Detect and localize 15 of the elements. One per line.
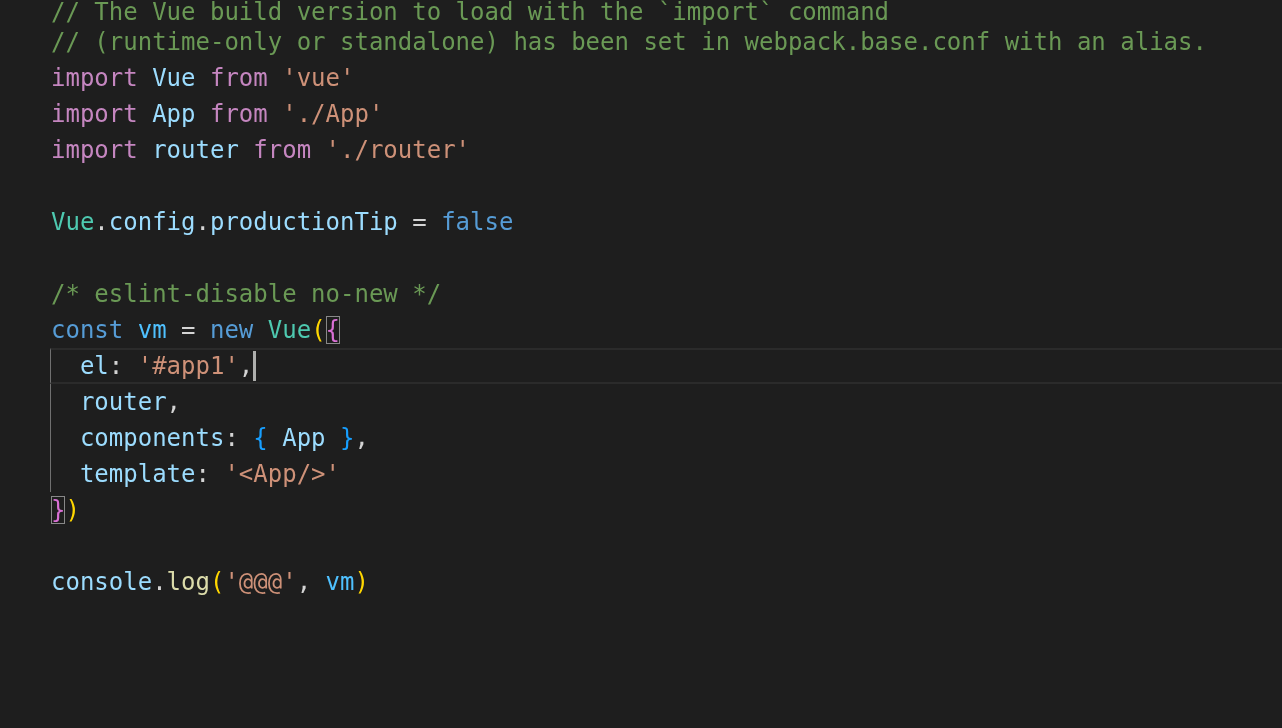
code-line: Vue.config.productionTip = false <box>51 207 514 237</box>
code-line: /* eslint-disable no-new */ <box>51 279 442 309</box>
code-line: import App from './App' <box>51 99 384 129</box>
code-line: template: '<App/>' <box>78 459 340 489</box>
code-line: el: '#app1', <box>78 351 254 381</box>
code-line: }) <box>51 495 80 525</box>
code-line: const vm = new Vue({ <box>51 315 341 345</box>
code-line: import Vue from 'vue' <box>51 63 355 93</box>
text-cursor <box>253 351 257 381</box>
code-line: // The Vue build version to load with the `import` command <box>51 0 890 27</box>
code-line: router, <box>78 387 182 417</box>
code-line: console.log('@@@', vm) <box>51 567 369 597</box>
code-line: // (runtime-only or standalone) has been set in webpack.base.conf with an alias. <box>51 27 1207 57</box>
code-line: components: { App }, <box>78 423 369 453</box>
code-line: import router from './router' <box>51 135 471 165</box>
